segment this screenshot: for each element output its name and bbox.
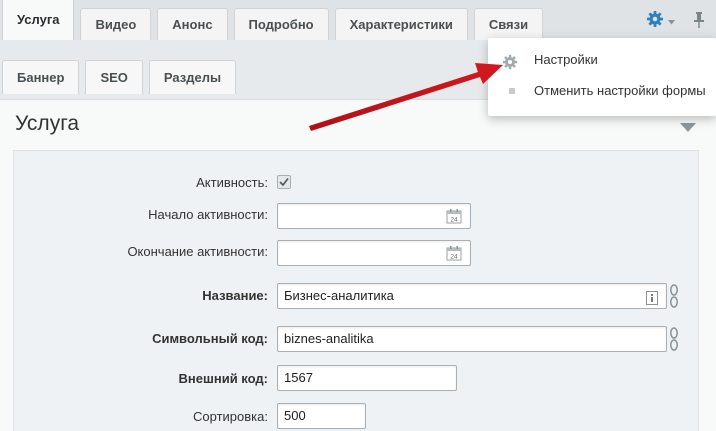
section-title: Услуга [15,112,80,135]
menu-item-settings-label: Настройки [534,52,598,67]
active-from-input[interactable]: 24 [277,203,471,229]
tab-banner[interactable]: Баннер [2,60,80,94]
tab-bar-main: Услуга Видео Анонс Подробно Характеристи… [0,0,716,40]
svg-text:24: 24 [450,254,458,261]
chevron-down-icon [668,13,675,28]
code-label: Символьный код: [152,331,268,346]
external-code-input[interactable]: 1567 [277,365,457,391]
name-input[interactable]: Бизнес-аналитика [277,283,667,309]
bullet-icon [509,88,515,94]
tab-bar-secondary: Баннер SEO Разделы [0,56,237,94]
tab-seo[interactable]: SEO [85,60,143,94]
external-code-value: 1567 [284,370,313,385]
active-checkbox[interactable] [277,175,291,189]
active-to-input[interactable]: 24 [277,240,471,266]
chain-link-icon[interactable] [669,327,679,354]
external-code-label: Внешний код: [178,371,268,386]
checkmark-icon [279,178,289,187]
form-settings-button[interactable] [646,10,675,31]
sort-input[interactable]: 500 [277,403,366,429]
code-input[interactable]: biznes-analitika [277,326,667,352]
translit-icon[interactable] [646,289,658,313]
sort-label: Сортировка: [193,409,268,424]
tab-details[interactable]: Подробно [233,8,329,40]
tab-sections[interactable]: Разделы [148,60,237,94]
gear-icon [646,10,664,31]
sort-value: 500 [284,408,306,423]
settings-dropdown-menu: Настройки Отменить настройки формы [488,38,716,116]
gear-icon [502,52,518,80]
tab-characteristics[interactable]: Характеристики [334,8,468,40]
active-from-label: Начало активности: [148,207,268,222]
tab-service[interactable]: Услуга [2,0,75,40]
tab-announce[interactable]: Анонс [157,8,228,40]
calendar-icon[interactable]: 24 [446,245,462,269]
calendar-icon[interactable]: 24 [446,208,462,232]
tab-links[interactable]: Связи [473,8,544,40]
tab-video[interactable]: Видео [80,8,152,40]
name-value: Бизнес-аналитика [284,288,394,303]
menu-item-reset-label: Отменить настройки формы [534,83,706,98]
menu-item-settings[interactable]: Настройки [488,46,716,74]
menu-item-reset-form-settings[interactable]: Отменить настройки формы [488,77,716,105]
pin-icon[interactable] [692,11,706,32]
chain-link-icon[interactable] [669,284,679,311]
svg-text:24: 24 [450,217,458,224]
active-to-label: Окончание активности: [127,244,268,259]
collapse-arrow-icon[interactable] [680,120,696,135]
name-label: Название: [202,288,268,303]
code-value: biznes-analitika [284,331,374,346]
active-label: Активность: [196,175,268,190]
